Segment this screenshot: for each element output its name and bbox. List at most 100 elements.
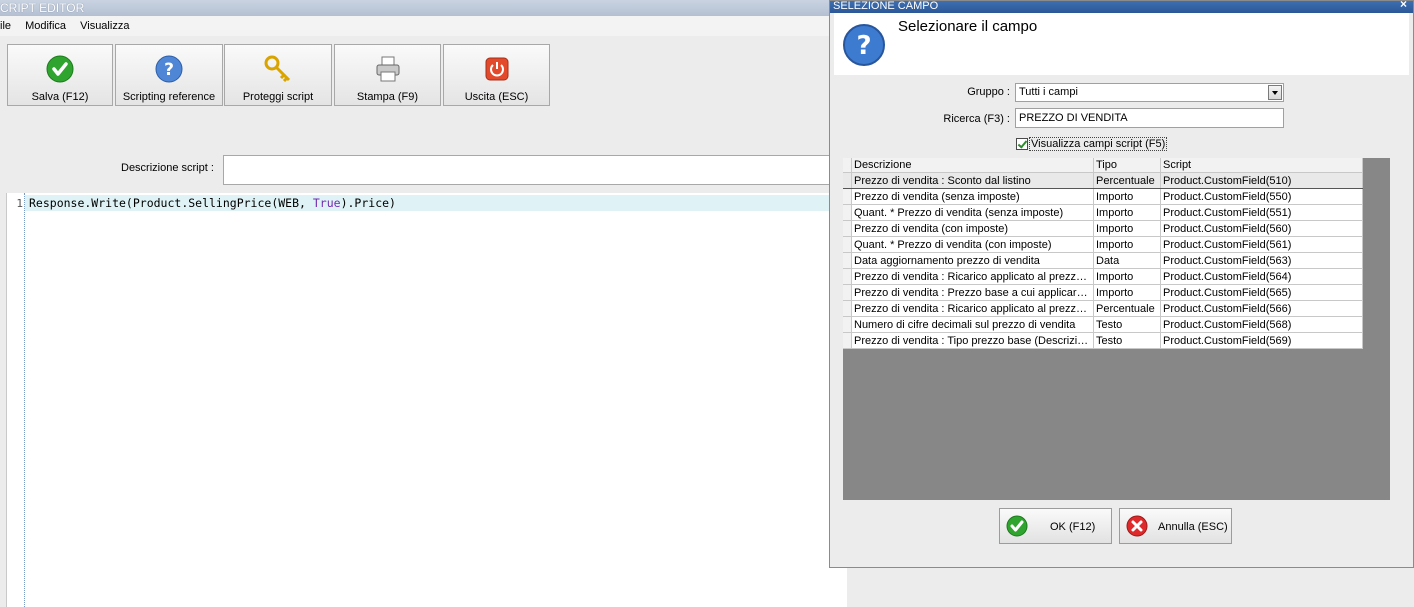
key-icon xyxy=(264,55,291,83)
description-input[interactable] xyxy=(223,155,843,185)
field-selection-dialog: SELEZIONE CAMPO × ? Selezionare il campo… xyxy=(829,0,1414,568)
cell-type: Importo xyxy=(1093,268,1161,285)
row-indicator[interactable] xyxy=(843,300,852,317)
cell-script: Product.CustomField(564) xyxy=(1160,268,1363,285)
scripting-reference-button[interactable]: ? Scripting reference xyxy=(115,44,223,106)
ok-button-label: OK (F12) xyxy=(1050,521,1096,533)
cell-type: Percentuale xyxy=(1093,300,1161,317)
exit-button-label: Uscita (ESC) xyxy=(464,91,529,103)
cell-script: Product.CustomField(569) xyxy=(1160,332,1363,349)
save-button[interactable]: Salva (F12) xyxy=(7,44,113,106)
code-editor[interactable]: 1 Response.Write(Product.SellingPrice(WE… xyxy=(6,193,847,607)
row-indicator[interactable] xyxy=(843,204,852,221)
cell-script: Product.CustomField(565) xyxy=(1160,284,1363,301)
table-row[interactable]: Prezzo di vendita (senza imposte) Importo… xyxy=(843,188,1363,205)
row-indicator[interactable] xyxy=(843,236,852,253)
table-row[interactable]: Prezzo di vendita : Prezzo base a cui ap… xyxy=(843,284,1363,301)
ok-button[interactable]: OK (F12) xyxy=(999,508,1112,544)
table-row[interactable]: Numero di cifre decimali sul prezzo di v… xyxy=(843,316,1363,333)
save-button-label: Salva (F12) xyxy=(31,91,89,103)
group-select-value: Tutti i campi xyxy=(1019,86,1078,98)
table-row[interactable]: Prezzo di vendita : Ricarico applicato a… xyxy=(843,300,1363,317)
cell-script: Product.CustomField(510) xyxy=(1160,172,1363,189)
dialog-titlebar: SELEZIONE CAMPO × xyxy=(830,0,1413,13)
group-label: Gruppo : xyxy=(967,86,1010,98)
table-row[interactable]: Prezzo di vendita (con imposte) Importo Pr… xyxy=(843,220,1363,237)
table-row[interactable]: Prezzo di vendita : Sconto dal listino Pe… xyxy=(843,172,1363,189)
protect-script-label: Proteggi script xyxy=(242,91,314,103)
show-script-fields-label[interactable]: Visualizza campi script (F5) xyxy=(1029,137,1168,151)
cell-description: Prezzo di vendita (con imposte) xyxy=(851,220,1094,237)
row-indicator[interactable] xyxy=(843,188,852,205)
row-indicator[interactable] xyxy=(843,252,852,269)
cell-description: Prezzo di vendita : Ricarico applicato a… xyxy=(851,268,1094,285)
cell-description: Quant. * Prezzo di vendita (con imposte) xyxy=(851,236,1094,253)
exit-button[interactable]: Uscita (ESC) xyxy=(443,44,550,106)
code-line[interactable]: Response.Write(Product.SellingPrice(WEB,… xyxy=(25,195,847,211)
cell-type: Importo xyxy=(1093,204,1161,221)
scripting-reference-label: Scripting reference xyxy=(122,91,216,103)
table-row[interactable]: Prezzo di vendita : Tipo prezzo base (De… xyxy=(843,332,1363,349)
close-icon[interactable]: × xyxy=(1400,0,1407,10)
check-icon xyxy=(1006,515,1028,537)
search-label: Ricerca (F3) : xyxy=(943,113,1010,125)
column-description[interactable]: Descrizione xyxy=(851,158,1094,173)
line-gutter: 1 xyxy=(7,193,25,607)
table-row[interactable]: Prezzo di vendita : Ricarico applicato a… xyxy=(843,268,1363,285)
description-label: Descrizione script : xyxy=(121,162,214,174)
row-indicator[interactable] xyxy=(843,172,852,189)
column-script[interactable]: Script xyxy=(1160,158,1363,173)
group-select[interactable]: Tutti i campi xyxy=(1015,83,1284,102)
menu-file[interactable]: ile xyxy=(0,16,11,36)
power-icon xyxy=(485,57,508,81)
cell-description: Prezzo di vendita : Ricarico applicato a… xyxy=(851,300,1094,317)
cell-description: Prezzo di vendita : Prezzo base a cui ap… xyxy=(851,284,1094,301)
dialog-header: ? Selezionare il campo xyxy=(834,13,1409,75)
cell-script: Product.CustomField(566) xyxy=(1160,300,1363,317)
window-title: CRIPT EDITOR xyxy=(0,1,85,15)
line-number: 1 xyxy=(16,197,23,210)
table-header: Descrizione Tipo Script xyxy=(843,158,1363,173)
row-indicator[interactable] xyxy=(843,220,852,237)
cell-type: Importo xyxy=(1093,236,1161,253)
table-row[interactable]: Quant. * Prezzo di vendita (con imposte)… xyxy=(843,236,1363,253)
printer-icon xyxy=(376,56,399,82)
chevron-down-icon[interactable] xyxy=(1268,85,1282,100)
help-icon: ? xyxy=(843,24,885,66)
code-text: Response.Write(Product.SellingPrice(WEB, xyxy=(29,196,313,210)
cell-script: Product.CustomField(551) xyxy=(1160,204,1363,221)
cell-script: Product.CustomField(563) xyxy=(1160,252,1363,269)
cell-script: Product.CustomField(560) xyxy=(1160,220,1363,237)
column-type[interactable]: Tipo xyxy=(1093,158,1161,173)
row-indicator[interactable] xyxy=(843,316,852,333)
print-button[interactable]: Stampa (F9) xyxy=(334,44,441,106)
cell-type: Importo xyxy=(1093,220,1161,237)
fields-grid: Descrizione Tipo Script Prezzo di vendit… xyxy=(843,158,1390,500)
cancel-icon xyxy=(1126,515,1148,537)
cell-description: Prezzo di vendita : Sconto dal listino xyxy=(851,172,1094,189)
cancel-button[interactable]: Annulla (ESC) xyxy=(1119,508,1232,544)
menu-visualizza[interactable]: Visualizza xyxy=(80,16,129,36)
row-indicator-header xyxy=(843,158,852,173)
row-indicator[interactable] xyxy=(843,268,852,285)
cell-script: Product.CustomField(568) xyxy=(1160,316,1363,333)
cell-type: Importo xyxy=(1093,284,1161,301)
table-row[interactable]: Data aggiornamento prezzo di vendita Data… xyxy=(843,252,1363,269)
print-button-label: Stampa (F9) xyxy=(356,91,419,103)
cancel-button-label: Annulla (ESC) xyxy=(1158,521,1228,533)
show-script-fields-checkbox[interactable] xyxy=(1016,138,1028,150)
search-input[interactable]: PREZZO DI VENDITA xyxy=(1015,108,1284,128)
svg-text:?: ? xyxy=(856,31,871,61)
row-indicator[interactable] xyxy=(843,332,852,349)
cell-script: Product.CustomField(550) xyxy=(1160,188,1363,205)
cell-description: Numero di cifre decimali sul prezzo di v… xyxy=(851,316,1094,333)
protect-script-button[interactable]: Proteggi script xyxy=(224,44,332,106)
cell-type: Importo xyxy=(1093,188,1161,205)
row-indicator[interactable] xyxy=(843,284,852,301)
table-row[interactable]: Quant. * Prezzo di vendita (senza impost… xyxy=(843,204,1363,221)
cell-description: Quant. * Prezzo di vendita (senza impost… xyxy=(851,204,1094,221)
fields-table: Descrizione Tipo Script Prezzo di vendit… xyxy=(843,158,1363,349)
cell-description: Prezzo di vendita (senza imposte) xyxy=(851,188,1094,205)
menu-modifica[interactable]: Modifica xyxy=(25,16,66,36)
dialog-heading: Selezionare il campo xyxy=(898,18,1038,35)
